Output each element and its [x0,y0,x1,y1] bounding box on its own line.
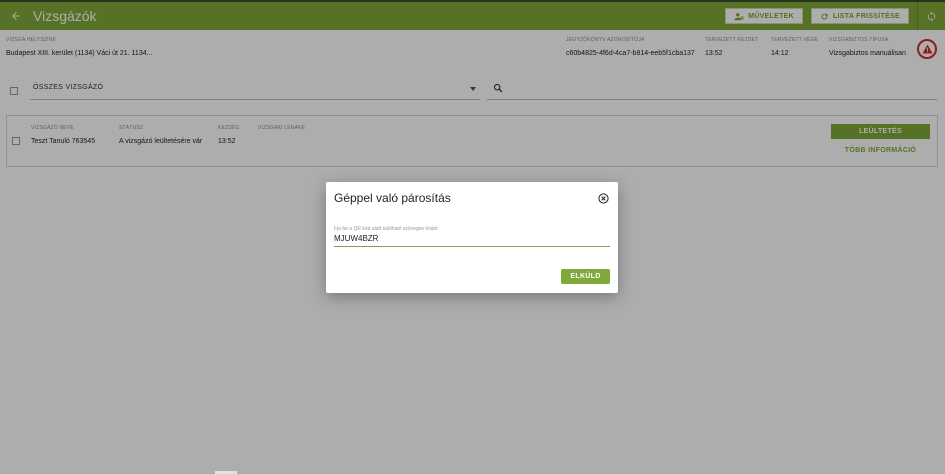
submit-button[interactable]: ELKÜLD [561,269,610,284]
close-icon[interactable] [598,193,609,204]
pairing-dialog: Géppel való párosítás Írja be a QR kód a… [326,182,618,293]
code-input[interactable]: MJUW4BZR [334,234,378,243]
code-input-underline [334,246,610,247]
dialog-title: Géppel való párosítás [334,191,451,205]
code-field-label: Írja be a QR kód alatt található szövege… [334,226,438,232]
